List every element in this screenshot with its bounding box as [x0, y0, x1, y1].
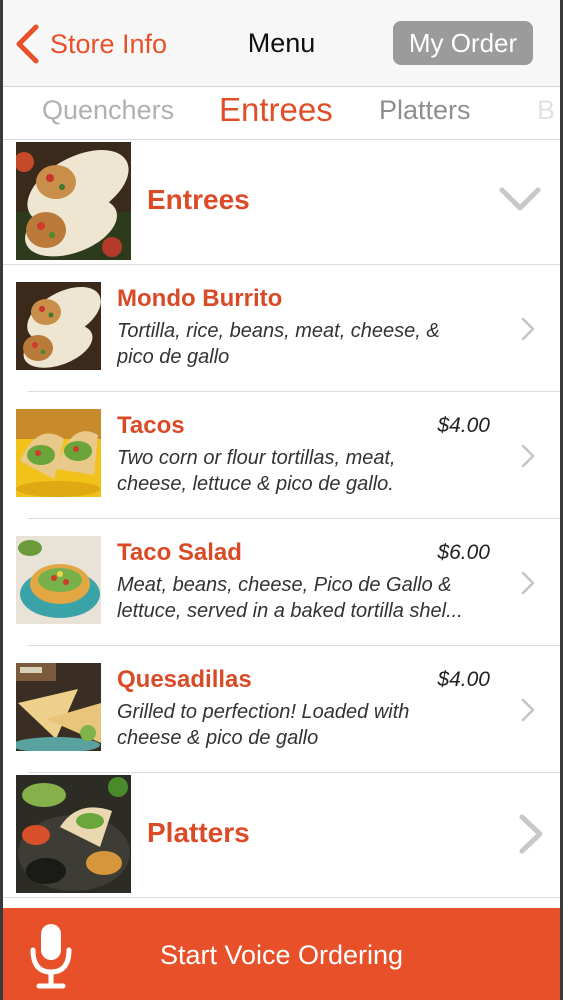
my-order-button[interactable]: My Order [393, 21, 533, 65]
menu-list: Entrees Mondo Burrito Tortilla, rice, be… [0, 140, 563, 898]
item-description: Tortilla, rice, beans, meat, cheese, & p… [117, 318, 507, 370]
item-description: Meat, beans, cheese, Pico de Gallo & let… [117, 572, 507, 624]
chevron-right-icon [521, 698, 535, 722]
chevron-down-icon [499, 187, 541, 211]
menu-item[interactable]: Taco Salad $6.00 Meat, beans, cheese, Pi… [0, 519, 563, 646]
item-name: Mondo Burrito [117, 285, 283, 312]
menu-item[interactable]: Tacos $4.00 Two corn or flour tortillas,… [0, 392, 563, 519]
item-price: $6.00 [437, 541, 490, 564]
quesadillas-image [16, 663, 101, 751]
item-description-line: Tortilla, rice, beans, meat, cheese, & [117, 320, 440, 342]
chevron-right-icon [519, 814, 543, 854]
item-description-line: Meat, beans, cheese, Pico de Gallo & [117, 574, 452, 596]
item-price: $4.00 [437, 414, 490, 437]
mondo-burrito-image [16, 282, 101, 370]
voice-ordering-label: Start Voice Ordering [159, 940, 404, 970]
item-description-line: lettuce, served in a baked tortilla shel… [117, 600, 463, 622]
item-name: Taco Salad [117, 539, 242, 566]
item-name: Tacos [117, 412, 185, 439]
item-description-line: pico de gallo [117, 346, 230, 368]
platters-section-image [16, 775, 131, 893]
section-title-entrees: Entrees [147, 184, 250, 215]
chevron-right-icon [521, 444, 535, 468]
chevron-right-icon [521, 317, 535, 341]
item-description-line: Two corn or flour tortillas, meat, [117, 447, 396, 469]
item-description-line: cheese, lettuce & pico de gallo. [117, 473, 394, 495]
tacos-image [16, 409, 101, 497]
item-price: $4.00 [437, 668, 490, 691]
chevron-right-icon [521, 571, 535, 595]
navigation-bar: Store Info Menu My Order [0, 0, 563, 87]
item-description-line: cheese & pico de gallo [117, 727, 319, 749]
tab-platters[interactable]: Platters [379, 95, 471, 126]
category-tabs: Quenchers Entrees Platters B [0, 87, 563, 140]
tab-quenchers[interactable]: Quenchers [42, 95, 174, 126]
section-title-platters: Platters [147, 817, 250, 848]
section-header-entrees[interactable]: Entrees [0, 140, 563, 265]
menu-item[interactable]: Mondo Burrito Tortilla, rice, beans, mea… [0, 265, 563, 392]
entrees-section-image [16, 142, 131, 260]
menu-item[interactable]: Quesadillas $4.00 Grilled to perfection!… [0, 646, 563, 773]
item-description: Grilled to perfection! Loaded with chees… [117, 699, 507, 751]
start-voice-ordering-button[interactable]: Start Voice Ordering [0, 908, 563, 1000]
item-description-line: Grilled to perfection! Loaded with [117, 701, 410, 723]
tab-entrees[interactable]: Entrees [219, 91, 333, 129]
item-description: Two corn or flour tortillas, meat, chees… [117, 445, 507, 497]
taco-salad-image [16, 536, 101, 624]
item-name: Quesadillas [117, 666, 252, 693]
section-header-platters[interactable]: Platters [0, 773, 563, 898]
tab-partial[interactable]: B [537, 95, 555, 126]
screen-edge-left [0, 0, 3, 1000]
menu-screen: Store Info Menu My Order Quenchers Entre… [0, 0, 563, 1000]
